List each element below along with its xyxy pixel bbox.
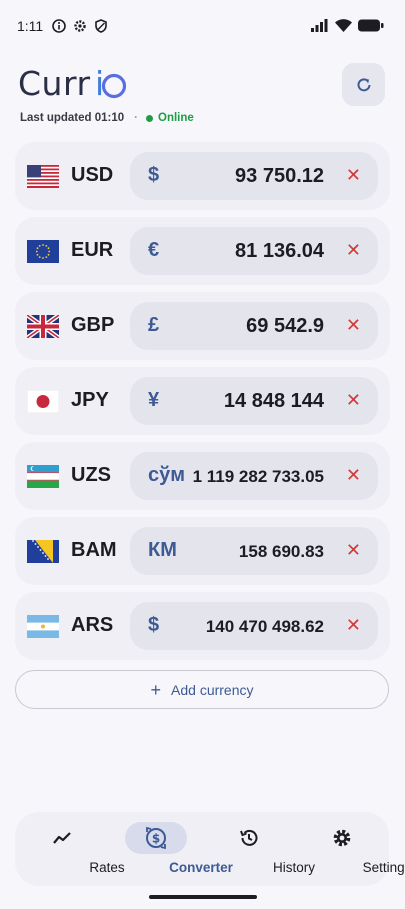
currency-symbol: КМ — [148, 539, 177, 561]
svg-text:Curr: Curr — [18, 64, 91, 103]
currency-code: JPY — [71, 389, 109, 411]
currency-row-gbp: GBP £ 69 542.9 ✕ — [15, 292, 390, 360]
status-bar: 1:11 — [0, 0, 405, 52]
currency-list: USD $ 93 750.12 ✕ EUR € 81 136.04 ✕ GBP … — [15, 142, 390, 667]
flag-japan-icon — [27, 390, 59, 413]
nav-settings-label: Settings — [362, 860, 405, 875]
flag-bosnia-icon — [27, 540, 59, 563]
currency-symbol: сўм — [148, 464, 186, 486]
settings-status-icon — [73, 19, 87, 33]
currency-row-bam: BAM КМ 158 690.83 ✕ — [15, 517, 390, 585]
currency-row-ars: ARS $ 140 470 498.62 ✕ — [15, 592, 390, 660]
app-logo: Curr i — [18, 64, 128, 104]
signal-icon — [311, 19, 329, 37]
currency-row-uzs: UZS сўм 1 119 282 733.05 ✕ — [15, 442, 390, 510]
currency-symbol: £ — [148, 314, 160, 336]
remove-currency-button[interactable]: ✕ — [346, 315, 361, 336]
flag-eu-icon — [27, 240, 59, 263]
currency-symbol: ¥ — [148, 389, 160, 411]
svg-text:$: $ — [152, 832, 160, 846]
currency-code: GBP — [71, 314, 115, 336]
amount-value: 140 470 498.62 — [205, 617, 324, 636]
home-indicator — [149, 895, 257, 899]
nav-rates[interactable]: Rates — [17, 812, 125, 886]
currio-logo: Curr i — [18, 64, 127, 103]
flag-uzbekistan-icon — [27, 465, 59, 488]
refresh-button[interactable] — [342, 63, 385, 106]
update-status: Last updated 01:10 · Online — [20, 112, 194, 124]
add-currency-label: Add currency — [171, 681, 254, 698]
trending-icon — [53, 832, 71, 844]
currency-code: BAM — [71, 539, 117, 561]
amount-value: 158 690.83 — [238, 542, 324, 561]
status-time: 1:11 — [17, 18, 44, 34]
amount-input[interactable]: £ 69 542.9 ✕ — [130, 302, 378, 350]
battery-icon — [358, 19, 384, 37]
info-icon — [52, 19, 66, 33]
currency-code: USD — [71, 164, 114, 186]
amount-input[interactable]: $ 140 470 498.62 ✕ — [130, 602, 378, 650]
currency-row-jpy: JPY ¥ 14 848 144 ✕ — [15, 367, 390, 435]
remove-currency-button[interactable]: ✕ — [346, 540, 361, 561]
amount-input[interactable]: € 81 136.04 ✕ — [130, 227, 378, 275]
currency-code: EUR — [71, 239, 114, 261]
amount-value: 93 750.12 — [235, 165, 324, 187]
gear-icon — [333, 829, 351, 847]
currency-row-usd: USD $ 93 750.12 ✕ — [15, 142, 390, 210]
online-dot — [146, 114, 154, 122]
amount-value: 81 136.04 — [235, 240, 324, 262]
amount-value: 14 848 144 — [223, 390, 324, 412]
remove-currency-button[interactable]: ✕ — [346, 615, 361, 636]
converter-icon: $ — [146, 826, 166, 850]
amount-value: 1 119 282 733.05 — [192, 467, 324, 486]
amount-value: 69 542.9 — [246, 315, 324, 337]
refresh-icon — [357, 77, 370, 91]
currency-code: ARS — [71, 614, 114, 636]
remove-currency-button[interactable]: ✕ — [346, 165, 361, 186]
amount-input[interactable]: сўм 1 119 282 733.05 ✕ — [130, 452, 378, 500]
flag-usa-icon — [27, 165, 59, 188]
currency-code: UZS — [71, 464, 111, 486]
flag-argentina-icon — [27, 615, 59, 638]
bottom-navigation: Rates $ Converter History Setting — [15, 812, 405, 886]
amount-input[interactable]: $ 93 750.12 ✕ — [130, 152, 378, 200]
currency-symbol: € — [148, 239, 160, 261]
nav-settings[interactable]: Settings — [297, 812, 405, 886]
shield-icon — [94, 19, 108, 33]
nav-converter[interactable]: $ Converter — [111, 812, 233, 886]
currency-symbol: $ — [148, 164, 160, 186]
last-updated-text: Last updated 01:10 — [20, 112, 125, 124]
amount-input[interactable]: КМ 158 690.83 ✕ — [130, 527, 378, 575]
flag-uk-icon — [27, 315, 59, 338]
nav-history[interactable]: History — [204, 812, 315, 886]
separator: · — [134, 112, 139, 124]
remove-currency-button[interactable]: ✕ — [346, 240, 361, 261]
online-status: Online — [158, 112, 194, 124]
plus-icon: + — [150, 679, 162, 700]
add-currency-button[interactable]: + Add currency — [15, 670, 389, 709]
amount-input[interactable]: ¥ 14 848 144 ✕ — [130, 377, 378, 425]
remove-currency-button[interactable]: ✕ — [346, 465, 361, 486]
remove-currency-button[interactable]: ✕ — [346, 390, 361, 411]
wifi-icon — [335, 19, 352, 37]
currency-row-eur: EUR € 81 136.04 ✕ — [15, 217, 390, 285]
currency-symbol: $ — [148, 614, 160, 636]
history-icon — [240, 829, 258, 846]
